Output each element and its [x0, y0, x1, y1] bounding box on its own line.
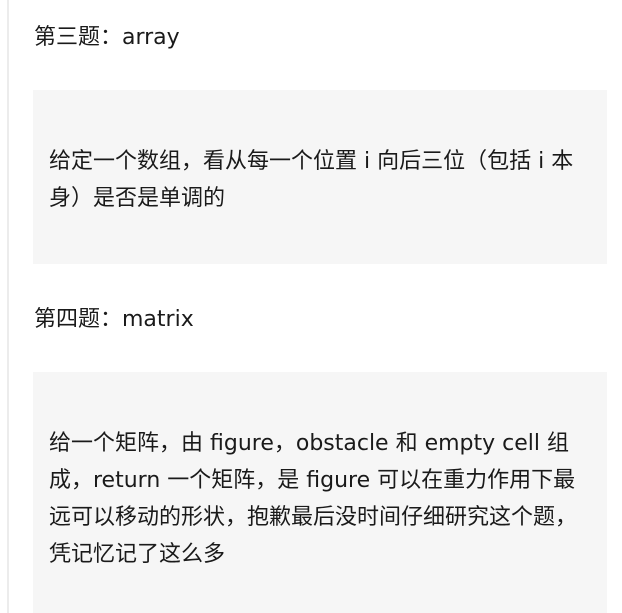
quote-block-matrix: 给一个矩阵，由 figure，obstacle 和 empty cell 组成，… — [33, 372, 607, 613]
section-heading-matrix: 第四题：matrix — [34, 307, 194, 332]
left-border — [7, 0, 9, 613]
section-heading-array: 第三题：array — [34, 25, 180, 50]
quote-text-array: 给定一个数组，看从每一个位置 i 向后三位（包括 i 本身）是否是单调的 — [49, 149, 574, 211]
quote-block-array: 给定一个数组，看从每一个位置 i 向后三位（包括 i 本身）是否是单调的 — [33, 90, 607, 264]
quote-text-matrix: 给一个矩阵，由 figure，obstacle 和 empty cell 组成，… — [49, 431, 578, 567]
